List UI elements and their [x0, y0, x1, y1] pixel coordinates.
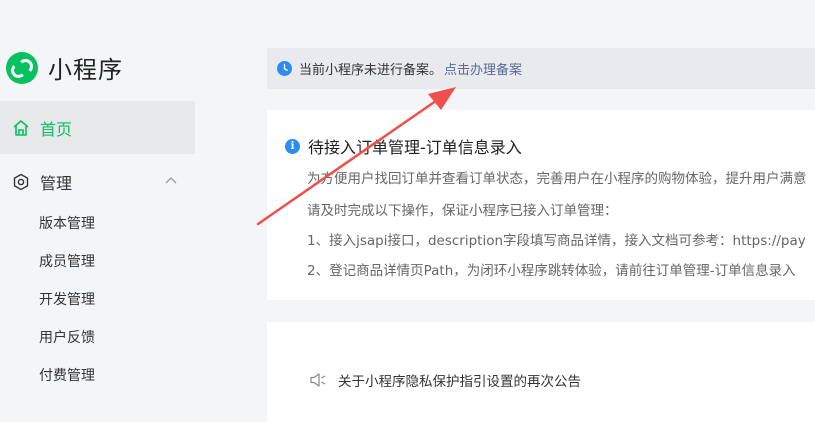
task-title-text: 待接入订单管理-订单信息录入: [308, 138, 522, 157]
task-card-title: i 待接入订单管理-订单信息录入: [285, 134, 522, 158]
announcement-card: 关于小程序隐私保护指引设置的再次公告: [267, 322, 815, 422]
sidebar-group-label: 管理: [40, 174, 73, 193]
mini-program-logo-icon: [6, 51, 38, 84]
sidebar-item-members[interactable]: 成员管理: [39, 251, 95, 271]
brand: 小程序: [6, 50, 123, 85]
filing-notice-bar: 当前小程序未进行备案。 点击办理备案: [267, 48, 815, 89]
sidebar: 小程序 首页 管理 版本管理 成员管理 开发管理 用户反馈 付费管理: [0, 0, 195, 402]
task-line: 为方便用户找回订单并查看订单状态，完善用户在小程序的购物体验，提升用户满意: [307, 171, 807, 187]
sidebar-item-dev[interactable]: 开发管理: [39, 289, 95, 309]
main-content: 当前小程序未进行备案。 点击办理备案 i 待接入订单管理-订单信息录入 为方便用…: [267, 0, 815, 422]
sidebar-item-feedback[interactable]: 用户反馈: [39, 327, 95, 347]
sidebar-group-manage[interactable]: 管理: [0, 165, 195, 199]
info-icon: i: [285, 138, 300, 154]
sidebar-item-home[interactable]: 首页: [0, 101, 195, 154]
clock-icon: [277, 61, 292, 76]
sidebar-item-version[interactable]: 版本管理: [39, 213, 95, 233]
sidebar-item-payment[interactable]: 付费管理: [39, 365, 95, 385]
home-icon: [13, 119, 29, 136]
announcement-text: 关于小程序隐私保护指引设置的再次公告: [338, 374, 581, 390]
filing-link[interactable]: 点击办理备案: [444, 59, 522, 78]
speaker-icon: [310, 373, 326, 387]
chevron-up-icon[interactable]: [163, 173, 179, 189]
sidebar-item-label: 首页: [40, 119, 73, 139]
task-line: 2、登记商品详情页Path，为闭环小程序跳转体验，请前往订单管理-订单信息录入: [307, 263, 796, 279]
manage-icon: [13, 173, 29, 191]
order-task-card: i 待接入订单管理-订单信息录入 为方便用户找回订单并查看订单状态，完善用户在小…: [267, 110, 815, 300]
announcement-item[interactable]: 关于小程序隐私保护指引设置的再次公告: [309, 370, 581, 390]
task-line: 1、接入jsapi接口，description字段填写商品详情，接入文档可参考：…: [307, 233, 806, 249]
notice-text: 当前小程序未进行备案。: [299, 63, 443, 78]
task-line: 请及时完成以下操作，保证小程序已接入订单管理：: [307, 203, 618, 219]
brand-title: 小程序: [48, 56, 123, 84]
